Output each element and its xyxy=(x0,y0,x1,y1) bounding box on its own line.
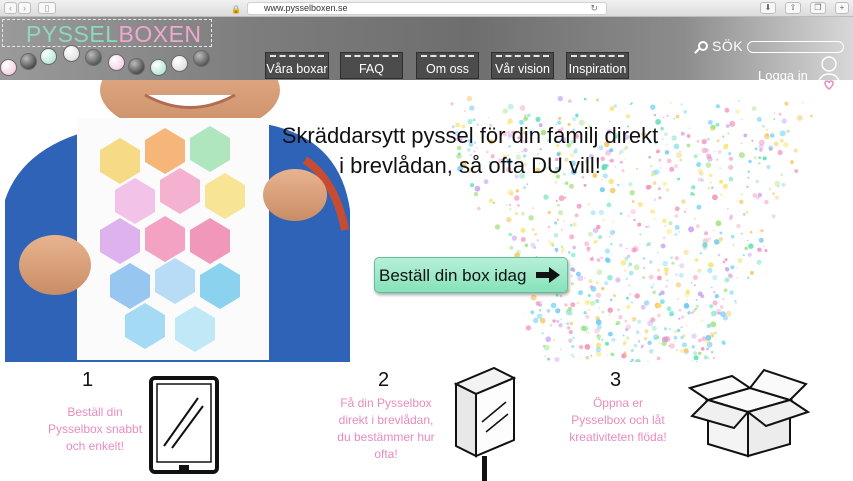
how-it-works: 1 Beställ din Pysselbox snabbt och enkel… xyxy=(0,362,853,481)
ball-icon xyxy=(128,58,145,75)
tablet-icon xyxy=(149,376,219,474)
ball-icon xyxy=(63,45,80,62)
sidebar-icon[interactable]: ▯ xyxy=(38,2,56,14)
nav-faq[interactable]: FAQ xyxy=(340,52,403,79)
ball-icon xyxy=(85,49,102,66)
decorative-balls xyxy=(0,45,215,77)
search-input[interactable] xyxy=(747,41,844,53)
ball-icon xyxy=(40,48,57,65)
ball-icon xyxy=(20,53,37,70)
share-icon[interactable]: ⇧ xyxy=(785,2,801,14)
mailbox-icon xyxy=(453,366,517,481)
step-2-number: 2 xyxy=(378,369,390,391)
step-3-line: kreativiteten flöda! xyxy=(569,430,667,444)
site-logo[interactable]: PYSSELBOXEN xyxy=(26,21,202,48)
open-box-icon xyxy=(688,368,810,458)
step-1-number: 1 xyxy=(82,369,94,391)
reload-icon[interactable]: ↻ xyxy=(590,3,598,14)
step-1-line: Pysselbox snabbt xyxy=(47,422,143,436)
step-3-text: Öppna er Pysselbox och låt kreativiteten… xyxy=(558,395,678,446)
address-bar[interactable]: 🔒 www.pysselboxen.se ↻ xyxy=(231,2,607,15)
nav-inspiration[interactable]: Inspiration xyxy=(566,52,629,79)
search-label: SÖK xyxy=(712,38,744,54)
order-box-button[interactable]: Beställ din box idag xyxy=(374,257,568,293)
step-3-line: Pysselbox och låt xyxy=(571,413,665,427)
lock-icon: 🔒 xyxy=(231,5,241,14)
ball-icon xyxy=(0,59,17,76)
nav-vara-boxar[interactable]: Våra boxar xyxy=(265,52,329,79)
logo-part-boxen: BOXEN xyxy=(118,21,202,47)
step-1-line: och enkelt! xyxy=(65,439,125,453)
headline-line-1: Skräddarsytt pyssel för din familj direk… xyxy=(281,123,659,148)
browser-toolbar: ‹ › ▯ 🔒 www.pysselboxen.se ↻ ⬇ ⇧ ❐ + xyxy=(0,0,853,17)
hero-section: Skräddarsytt pyssel för din familj direk… xyxy=(0,80,853,362)
step-2-line: du bestämmer hur xyxy=(337,430,435,444)
nav-var-vision[interactable]: Vår vision xyxy=(491,52,554,79)
step-1-text: Beställ din Pysselbox snabbt och enkelt! xyxy=(40,404,150,455)
order-box-label: Beställ din box idag xyxy=(379,266,527,285)
step-1-line: Beställ din xyxy=(67,405,123,419)
step-2-line: direkt i brevlådan, xyxy=(338,413,434,427)
step-2-text: Få din Pysselbox direkt i brevlådan, du … xyxy=(326,395,446,463)
ball-icon xyxy=(108,54,125,71)
logo-part-pyssel: PYSSEL xyxy=(26,21,119,47)
ball-icon xyxy=(193,50,210,67)
ball-icon xyxy=(150,59,167,76)
site-header: PYSSELBOXEN Våra boxar FAQ Om oss Vår vi… xyxy=(0,17,853,97)
tabs-icon[interactable]: ❐ xyxy=(810,2,826,14)
headline-line-2: i brevlådan, så ofta DU vill! xyxy=(339,153,601,178)
step-2-line: ofta! xyxy=(374,447,398,461)
ball-icon xyxy=(171,55,188,72)
back-icon[interactable]: ‹ xyxy=(4,2,17,14)
url-text: www.pysselboxen.se xyxy=(264,3,348,13)
step-3-line: Öppna er xyxy=(592,396,644,410)
hero-headline: Skräddarsytt pyssel för din familj direk… xyxy=(260,121,680,181)
step-3-number: 3 xyxy=(610,369,622,391)
nav-om-oss[interactable]: Om oss xyxy=(416,52,479,79)
step-2-line: Få din Pysselbox xyxy=(340,396,432,410)
new-tab-icon[interactable]: + xyxy=(835,2,849,14)
arrow-right-icon xyxy=(536,267,560,283)
download-icon[interactable]: ⬇ xyxy=(760,2,776,14)
search-icon[interactable] xyxy=(698,41,708,51)
forward-icon[interactable]: › xyxy=(18,2,31,14)
